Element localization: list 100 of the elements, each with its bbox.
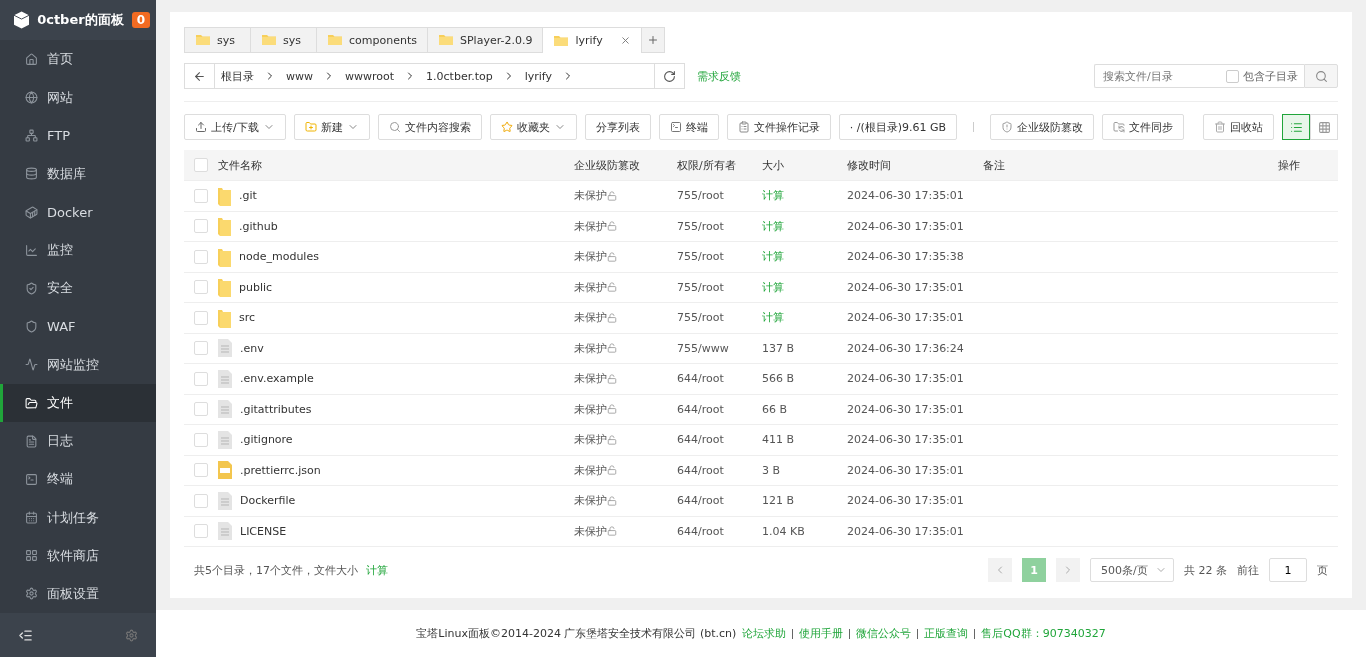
column-header[interactable]: 大小 — [762, 157, 847, 173]
protection-status[interactable]: 未保护 — [574, 310, 607, 326]
row-checkbox[interactable] — [194, 219, 208, 234]
row-checkbox[interactable] — [194, 432, 208, 447]
column-header[interactable]: 修改时间 — [847, 157, 983, 173]
column-header[interactable]: 操作 — [1278, 157, 1300, 173]
row-checkbox[interactable] — [194, 341, 208, 356]
permission-cell[interactable]: 755/www — [677, 341, 762, 355]
page-size-select[interactable]: 500条/页 — [1090, 558, 1174, 582]
file-name[interactable]: .git — [239, 189, 257, 203]
sidebar-item[interactable]: 终端 — [0, 460, 156, 499]
subdirectory-checkbox[interactable]: 包含子目录 — [1226, 64, 1304, 88]
sidebar-item[interactable]: 监控 — [0, 231, 156, 270]
row-checkbox[interactable] — [194, 493, 208, 508]
breadcrumb-item[interactable]: lyrify — [518, 69, 559, 83]
file-name[interactable]: .prettierrc.json — [240, 463, 321, 477]
toolbar-button[interactable]: 上传/下载 — [184, 114, 286, 140]
row-checkbox[interactable] — [194, 371, 208, 386]
sidebar-item[interactable]: 首页 — [0, 40, 156, 79]
toolbar-button[interactable]: 文件同步 — [1102, 114, 1185, 140]
row-checkbox[interactable] — [194, 402, 208, 417]
sidebar-item[interactable]: 文件 — [0, 383, 156, 423]
toolbar-button[interactable]: 分享列表 — [584, 114, 651, 140]
collapse-icon[interactable] — [18, 627, 33, 643]
page-input[interactable]: 1 — [1269, 558, 1307, 582]
permission-cell[interactable]: 644/root — [677, 463, 762, 477]
protection-status[interactable]: 未保护 — [574, 493, 607, 509]
file-name[interactable]: src — [239, 311, 256, 325]
permission-cell[interactable]: 644/root — [677, 433, 762, 447]
sidebar-item[interactable]: 软件商店 — [0, 536, 156, 575]
settings-icon[interactable] — [125, 628, 138, 642]
permission-cell[interactable]: 644/root — [677, 402, 762, 416]
column-header[interactable]: 权限/所有者 — [677, 157, 762, 173]
file-name[interactable]: .gitignore — [240, 433, 293, 447]
folder-tab[interactable]: sys — [184, 27, 251, 53]
row-checkbox[interactable] — [194, 249, 208, 264]
toolbar-button[interactable]: 文件操作记录 — [726, 114, 831, 140]
permission-cell[interactable]: 755/root — [677, 189, 762, 203]
toolbar-button[interactable]: 企业级防篡改 — [990, 114, 1095, 140]
file-name[interactable]: .gitattributes — [240, 402, 312, 416]
previous-page-button[interactable] — [988, 558, 1012, 582]
sidebar-item[interactable]: FTP — [0, 116, 156, 155]
sidebar-item[interactable]: 网站 — [0, 78, 156, 117]
search-field[interactable]: 搜索文件/目录 — [1094, 64, 1226, 88]
sidebar-item[interactable]: 计划任务 — [0, 498, 156, 537]
protection-status[interactable]: 未保护 — [574, 340, 607, 356]
row-checkbox[interactable] — [194, 310, 208, 325]
protection-status[interactable]: 未保护 — [574, 249, 607, 265]
search-button[interactable] — [1304, 64, 1338, 88]
permission-cell[interactable]: 755/root — [677, 219, 762, 233]
sidebar-item[interactable]: WAF — [0, 307, 156, 346]
file-name[interactable]: LICENSE — [240, 524, 287, 538]
row-checkbox[interactable] — [194, 463, 208, 478]
row-checkbox[interactable] — [194, 188, 208, 203]
breadcrumb-item[interactable]: wwwroot — [339, 69, 401, 83]
file-name[interactable]: .env.example — [240, 372, 314, 386]
select-all-checkbox[interactable] — [194, 158, 208, 172]
folder-tab[interactable]: SPlayer-2.0.9 — [427, 27, 544, 53]
protection-status[interactable]: 未保护 — [574, 401, 607, 417]
toolbar-button[interactable]: 文件内容搜索 — [377, 114, 482, 140]
protection-status[interactable]: 未保护 — [574, 432, 607, 448]
add-tab-button[interactable] — [641, 27, 666, 53]
permission-cell[interactable]: 755/root — [677, 250, 762, 264]
file-name[interactable]: .github — [239, 219, 278, 233]
next-page-button[interactable] — [1056, 558, 1080, 582]
permission-cell[interactable]: 644/root — [677, 524, 762, 538]
toolbar-button[interactable]: 终端 — [658, 114, 719, 140]
folder-tab[interactable]: sys — [250, 27, 317, 53]
toolbar-button[interactable]: 收藏夹 — [489, 114, 577, 140]
permission-cell[interactable]: 755/root — [677, 311, 762, 325]
toolbar-button[interactable]: · /(根目录)9.61 GB — [838, 114, 958, 140]
column-header[interactable]: 备注 — [983, 157, 1278, 173]
sidebar-item[interactable]: 面板设置 — [0, 574, 156, 614]
file-name[interactable]: .env — [240, 341, 264, 355]
grid-view-button[interactable] — [1310, 114, 1338, 140]
column-header[interactable]: 企业级防篡改 — [574, 157, 677, 173]
protection-status[interactable]: 未保护 — [574, 188, 607, 204]
sidebar-item[interactable]: 日志 — [0, 422, 156, 461]
permission-cell[interactable]: 755/root — [677, 280, 762, 294]
recycle-bin-button[interactable]: 回收站 — [1203, 114, 1274, 140]
permission-cell[interactable]: 644/root — [677, 494, 762, 508]
protection-status[interactable]: 未保护 — [574, 523, 607, 539]
permission-cell[interactable]: 644/root — [677, 372, 762, 386]
sidebar-item[interactable]: Docker — [0, 193, 156, 232]
row-checkbox[interactable] — [194, 524, 208, 539]
protection-status[interactable]: 未保护 — [574, 218, 607, 234]
protection-status[interactable]: 未保护 — [574, 462, 607, 478]
protection-status[interactable]: 未保护 — [574, 371, 607, 387]
toolbar-button[interactable]: 新建 — [293, 114, 370, 140]
protection-status[interactable]: 未保护 — [574, 279, 607, 295]
sidebar-item[interactable]: 安全 — [0, 269, 156, 308]
path-bar[interactable]: 根目录 www wwwroot 1.0ctber.top lyrify — [184, 63, 685, 89]
close-icon[interactable] — [620, 35, 632, 46]
row-checkbox[interactable] — [194, 280, 208, 295]
folder-tab[interactable]: components — [316, 27, 428, 53]
list-view-button[interactable] — [1282, 114, 1310, 140]
file-name[interactable]: Dockerfile — [240, 494, 296, 508]
breadcrumb-item[interactable]: www — [280, 69, 319, 83]
sidebar-item[interactable]: 网站监控 — [0, 345, 156, 384]
breadcrumb-item[interactable]: 根目录 — [215, 68, 260, 84]
